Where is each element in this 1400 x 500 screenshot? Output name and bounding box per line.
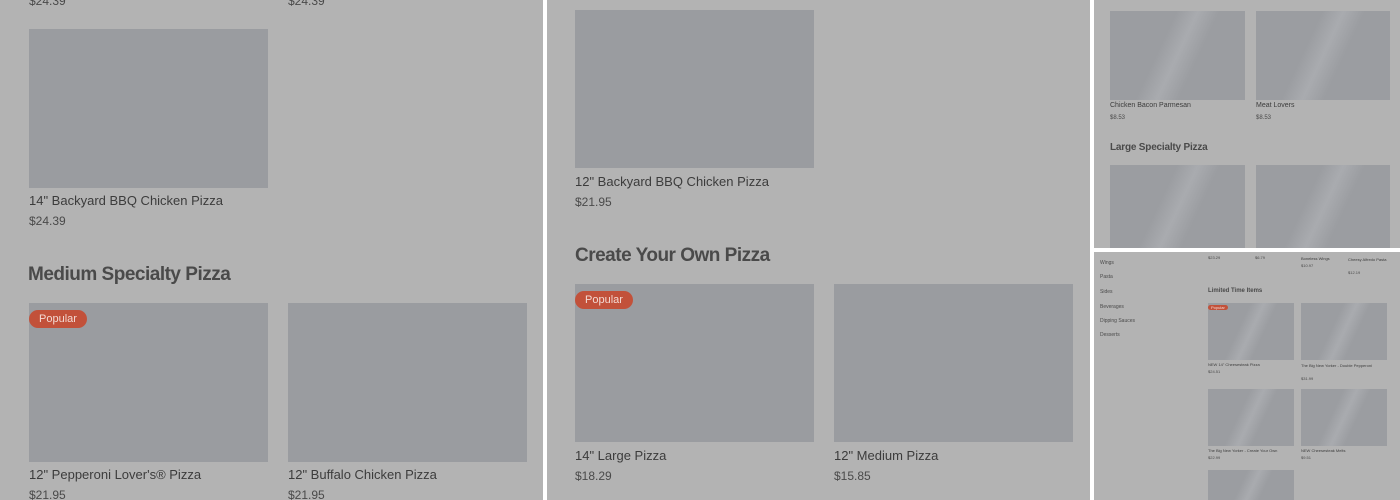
item-price: $9.51 [1301,455,1312,460]
item-name: 14" Backyard BBQ Chicken Pizza [29,193,223,208]
section-title: Limited Time Items [1208,288,1263,294]
item-name: The Big New Yorker - Double Pepperoni [1301,363,1372,368]
panel-divider [1094,248,1400,252]
item-name: 12" Backyard BBQ Chicken Pizza [575,174,769,189]
menu-item-card[interactable]: Popular 12" Pepperoni Lover's® Pizza $21… [29,303,268,500]
item-name: Chicken Bacon Parmesan [1110,102,1191,109]
menu-item-card[interactable]: Meat Lovers $8.53 [1256,11,1390,126]
popular-badge: Popular [575,291,633,309]
item-image [1110,11,1245,100]
item-image [575,10,814,168]
popular-badge: Popular [29,310,87,328]
item-price: $15.85 [834,469,871,483]
item-price: $21.95 [575,195,612,209]
item-price: $22.99 [1208,455,1221,460]
category-sidebar: Wings Pasta Sides Beverages Dipping Sauc… [1094,252,1194,500]
item-name: 12" Medium Pizza [834,448,939,463]
sidebar-item-pasta[interactable]: Pasta [1100,274,1113,280]
item-price: $31.99 [1301,376,1314,381]
section-title: Large Specialty Pizza [1110,142,1208,153]
menu-item-card[interactable]: Chicken Bacon Parmesan $8.53 [1110,11,1245,126]
item-image [1208,303,1294,360]
section-title: Medium Specialty Pizza [28,264,231,285]
item-price: $24.39 [29,214,66,228]
sidebar-item-desserts[interactable]: Desserts [1100,332,1120,338]
item-price: $23.29 [1208,255,1221,260]
item-image[interactable] [1110,165,1245,248]
sidebar-item-beverages[interactable]: Beverages [1100,304,1124,310]
item-name: Boneless Wings [1301,256,1330,261]
item-price: $18.29 [575,469,612,483]
sidebar-item-sides[interactable]: Sides [1100,289,1113,295]
menu-panel-large-specialty: Chicken Bacon Parmesan $8.53 Meat Lovers… [1094,0,1400,248]
item-image [288,303,527,462]
item-price: $24.39 [29,0,66,8]
item-price: $8.53 [1256,115,1272,121]
item-price: $10.97 [1301,263,1314,268]
item-image [29,29,268,188]
item-name: Meat Lovers [1256,102,1295,109]
item-image [1256,11,1390,100]
sidebar-item-dipping-sauces[interactable]: Dipping Sauces [1100,318,1135,324]
item-name: 12" Pepperoni Lover's® Pizza [29,467,202,482]
menu-item-card[interactable]: 12" Medium Pizza $15.85 [834,284,1073,489]
popular-badge: Popular [1208,305,1228,310]
menu-panel-limited-time: Wings Pasta Sides Beverages Dipping Sauc… [1094,252,1400,500]
item-price: $8.53 [1110,115,1126,121]
menu-item-card[interactable]: The Big New Yorker - Create Your Own $22… [1208,389,1294,469]
item-price: $6.79 [1255,255,1266,260]
item-price: $21.95 [29,488,66,500]
item-price: $12.19 [1348,270,1361,275]
menu-item-card[interactable]: 14" Backyard BBQ Chicken Pizza $24.39 [29,29,268,234]
item-name: Cheesy Alfredo Pasta [1348,257,1387,262]
item-name: NEW 14" Cheesesteak Pizza [1208,362,1260,367]
menu-item-card[interactable]: 12" Buffalo Chicken Pizza $21.95 [288,303,527,500]
panel-divider [543,0,547,500]
item-price: $24.51 [1208,369,1221,374]
item-image [834,284,1073,442]
menu-item-card[interactable]: Popular 14" Large Pizza $18.29 [575,284,814,489]
item-price: $24.39 [288,0,325,8]
item-image [1301,389,1387,446]
item-name: NEW Cheesesteak Melts [1301,448,1346,453]
item-name: 12" Buffalo Chicken Pizza [288,467,437,482]
menu-item-card[interactable]: NEW Cheesesteak Melts $9.51 [1301,389,1387,469]
item-name: The Big New Yorker - Create Your Own [1208,448,1278,453]
section-title: Create Your Own Pizza [575,245,770,266]
menu-panel-medium-specialty: $24.39 $24.39 14" Backyard BBQ Chicken P… [0,0,543,500]
item-image [1301,303,1387,360]
menu-item-card[interactable]: 12" Backyard BBQ Chicken Pizza $21.95 [575,10,814,215]
menu-item-card[interactable]: The Big New Yorker - Double Pepperoni $3… [1301,303,1387,383]
menu-item-card[interactable]: Popular NEW 14" Cheesesteak Pizza $24.51 [1208,303,1294,383]
item-price: $21.95 [288,488,325,500]
item-name: 14" Large Pizza [575,448,667,463]
item-image[interactable] [1208,470,1294,500]
item-image[interactable] [1256,165,1390,248]
item-image [1208,389,1294,446]
sidebar-item-wings[interactable]: Wings [1100,260,1114,266]
menu-panel-create-your-own: 12" Backyard BBQ Chicken Pizza $21.95 Cr… [547,0,1090,500]
